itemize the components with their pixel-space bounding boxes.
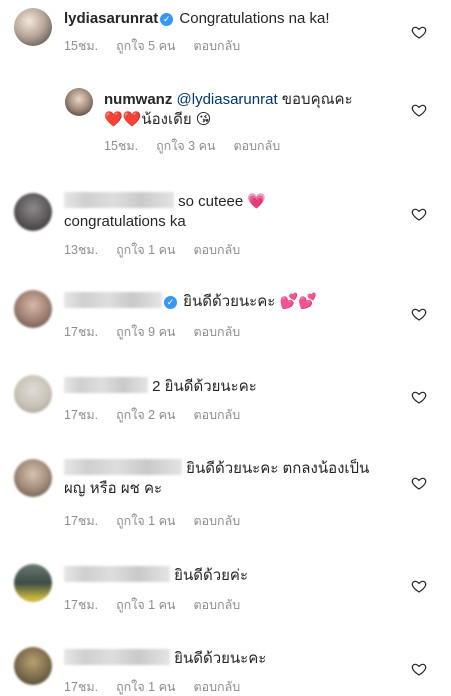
comment-body: ยินดีด้วยนะคะ <box>183 293 276 310</box>
reply-button[interactable]: ตอบกลับ <box>193 325 240 339</box>
comment-time[interactable]: 15ชม. <box>64 39 98 53</box>
comment-meta: 15ชม. ถูกใจ 5 คน ตอบกลับ <box>64 38 258 54</box>
comment-text: so cuteee 💗 congratulations ka <box>64 192 384 232</box>
comment-likes[interactable]: ถูกใจ 1 คน <box>116 243 175 257</box>
verified-badge-icon: ✓ <box>164 296 177 309</box>
comment-item: ยินดีด้วยค่ะ 17ชม. ถูกใจ 1 คน ตอบกลับ <box>0 562 451 622</box>
avatar[interactable] <box>14 459 52 497</box>
comment-meta: 17ชม. ถูกใจ 2 คน ตอบกลับ <box>64 407 258 423</box>
comment-item: so cuteee 💗 congratulations ka 13ชม. ถูกใ… <box>0 188 451 263</box>
blurred-username[interactable] <box>64 192 174 208</box>
like-heart-icon[interactable] <box>411 661 427 677</box>
comment-meta: 15ชม. ถูกใจ 3 คน ตอบกลับ <box>104 138 298 154</box>
like-heart-icon[interactable] <box>411 578 427 594</box>
comment-item-reply: numwanz @lydiasarunrat ขอบคุณคะ ❤️❤️น้อง… <box>0 80 451 165</box>
comment-time[interactable]: 17ชม. <box>64 325 98 339</box>
like-heart-icon[interactable] <box>411 389 427 405</box>
comment-username[interactable]: lydiasarunrat <box>64 10 158 27</box>
like-heart-icon[interactable] <box>411 475 427 491</box>
comment-item: ✓ ยินดีด้วยนะคะ 💕💕 17ชม. ถูกใจ 9 คน ตอบกลั… <box>0 288 451 348</box>
like-heart-icon[interactable] <box>411 306 427 322</box>
blurred-username[interactable] <box>64 292 162 308</box>
like-heart-icon[interactable] <box>411 102 427 118</box>
comment-text: ✓ ยินดีด้วยนะคะ 💕💕 <box>64 292 317 312</box>
comment-body-line2: น้องเดีย <box>141 111 192 128</box>
comment-time[interactable]: 17ชม. <box>64 408 98 422</box>
comment-likes[interactable]: ถูกใจ 2 คน <box>116 408 175 422</box>
like-heart-icon[interactable] <box>411 206 427 222</box>
comment-text: ยินดีด้วยนะคะ <box>64 649 266 669</box>
comment-likes[interactable]: ถูกใจ 3 คน <box>156 139 215 153</box>
comment-meta: 17ชม. ถูกใจ 1 คน ตอบกลับ <box>64 513 258 529</box>
comment-text: ยินดีด้วยนะคะ ตกลงน้องเป็น ผญ หรือ ผช คะ <box>64 459 404 499</box>
comment-item: 2 ยินดีด้วยนะคะ 17ชม. ถูกใจ 2 คน ตอบกลับ <box>0 373 451 433</box>
comment-likes[interactable]: ถูกใจ 1 คน <box>116 680 175 694</box>
blurred-username[interactable] <box>64 459 182 475</box>
blurred-username[interactable] <box>64 377 148 393</box>
comment-time[interactable]: 17ชม. <box>64 598 98 612</box>
avatar[interactable] <box>14 193 52 231</box>
reply-button[interactable]: ตอบกลับ <box>193 598 240 612</box>
comment-body: ยินดีด้วยค่ะ <box>174 567 248 584</box>
avatar[interactable] <box>14 647 52 685</box>
comment-item: ยินดีด้วยนะคะ ตกลงน้องเป็น ผญ หรือ ผช คะ… <box>0 455 451 535</box>
comment-body: Congratulations na ka! <box>179 10 330 27</box>
comment-text: numwanz @lydiasarunrat ขอบคุณคะ ❤️❤️น้อง… <box>104 90 404 130</box>
comment-likes[interactable]: ถูกใจ 1 คน <box>116 598 175 612</box>
comment-body-line2: ผญ หรือ ผช คะ <box>64 480 163 497</box>
avatar[interactable] <box>14 290 52 328</box>
comment-likes[interactable]: ถูกใจ 5 คน <box>116 39 175 53</box>
comment-likes[interactable]: ถูกใจ 1 คน <box>116 514 175 528</box>
comment-body-line2: congratulations ka <box>64 213 186 230</box>
pink-heart-emoji: 💗 <box>247 193 267 210</box>
mention-link[interactable]: @lydiasarunrat <box>177 91 278 108</box>
avatar[interactable] <box>14 8 52 46</box>
comment-meta: 17ชม. ถูกใจ 9 คน ตอบกลับ <box>64 324 258 340</box>
avatar[interactable] <box>65 88 93 116</box>
two-hearts-emoji: 💕💕 <box>279 293 317 310</box>
comment-text: 2 ยินดีด้วยนะคะ <box>64 377 257 397</box>
reply-button[interactable]: ตอบกลับ <box>193 39 240 53</box>
comment-time[interactable]: 15ชม. <box>104 139 138 153</box>
comment-body: ขอบคุณคะ <box>281 91 353 108</box>
reply-button[interactable]: ตอบกลับ <box>193 243 240 257</box>
comment-body: so cuteee <box>178 193 244 210</box>
kiss-emoji: 😘 <box>195 111 212 128</box>
reply-button[interactable]: ตอบกลับ <box>193 514 240 528</box>
comment-meta: 13ชม. ถูกใจ 1 คน ตอบกลับ <box>64 242 258 258</box>
comment-meta: 17ชม. ถูกใจ 1 คน ตอบกลับ <box>64 679 258 695</box>
verified-badge-icon: ✓ <box>160 13 174 26</box>
avatar[interactable] <box>14 375 52 413</box>
reply-button[interactable]: ตอบกลับ <box>233 139 280 153</box>
comment-likes[interactable]: ถูกใจ 9 คน <box>116 325 175 339</box>
comment-body: ยินดีด้วยนะคะ <box>174 650 267 667</box>
blurred-username[interactable] <box>64 566 170 582</box>
comment-text: lydiasarunrat ✓ Congratulations na ka! <box>64 9 330 29</box>
comment-username[interactable]: numwanz <box>104 91 172 108</box>
blurred-username[interactable] <box>64 649 170 665</box>
comment-body: ยินดีด้วยนะคะ ตกลงน้องเป็น <box>186 460 370 477</box>
comment-meta: 17ชม. ถูกใจ 1 คน ตอบกลับ <box>64 597 258 613</box>
comment-time[interactable]: 17ชม. <box>64 514 98 528</box>
comment-time[interactable]: 17ชม. <box>64 680 98 694</box>
heart-emoji: ❤️❤️ <box>104 111 142 128</box>
reply-button[interactable]: ตอบกลับ <box>193 680 240 694</box>
comment-item: lydiasarunrat ✓ Congratulations na ka! 15… <box>0 0 451 60</box>
like-heart-icon[interactable] <box>411 24 427 40</box>
comment-item: ยินดีด้วยนะคะ 17ชม. ถูกใจ 1 คน ตอบกลับ <box>0 645 451 696</box>
comment-time[interactable]: 13ชม. <box>64 243 98 257</box>
reply-button[interactable]: ตอบกลับ <box>193 408 240 422</box>
comment-body: 2 ยินดีด้วยนะคะ <box>152 378 257 395</box>
avatar[interactable] <box>14 564 52 602</box>
comment-text: ยินดีด้วยค่ะ <box>64 566 248 586</box>
